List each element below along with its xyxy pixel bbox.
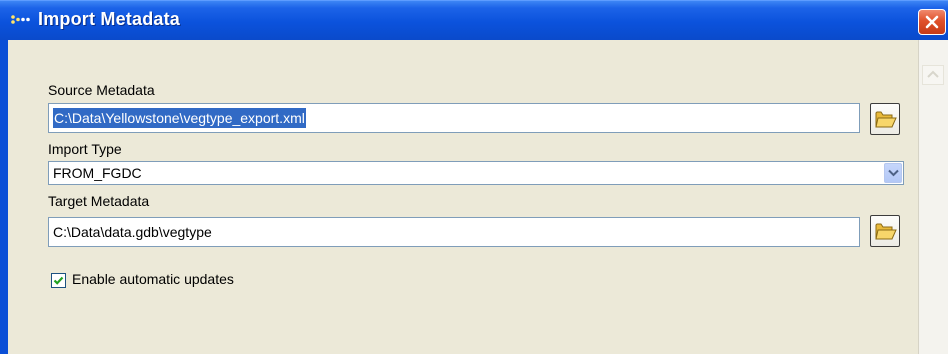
- source-metadata-label: Source Metadata: [48, 82, 155, 98]
- target-metadata-label: Target Metadata: [48, 193, 150, 209]
- dialog-body: Source Metadata C:\Data\Yellowstone\vegt…: [8, 40, 918, 354]
- target-metadata-value: C:\Data\data.gdb\vegtype: [53, 224, 212, 240]
- tool-icon: [10, 12, 32, 30]
- import-type-label: Import Type: [48, 141, 122, 157]
- import-metadata-dialog: Import Metadata Source Metadata C:\Data\…: [0, 0, 948, 354]
- close-icon: [925, 15, 939, 29]
- import-type-select[interactable]: FROM_FGDC: [48, 161, 904, 185]
- folder-open-icon: [875, 111, 897, 128]
- source-metadata-input[interactable]: C:\Data\Yellowstone\vegtype_export.xml: [48, 103, 860, 133]
- auto-update-label[interactable]: Enable automatic updates: [72, 271, 234, 287]
- chevron-down-icon: [888, 169, 899, 177]
- dropdown-button[interactable]: [884, 163, 902, 183]
- window-title: Import Metadata: [38, 9, 181, 29]
- source-metadata-value: C:\Data\Yellowstone\vegtype_export.xml: [53, 108, 306, 128]
- folder-open-icon: [875, 223, 897, 240]
- scroll-up-button[interactable]: [922, 65, 944, 85]
- import-type-value: FROM_FGDC: [53, 165, 142, 181]
- target-browse-button[interactable]: [870, 215, 900, 247]
- target-metadata-input[interactable]: C:\Data\data.gdb\vegtype: [48, 217, 860, 247]
- source-browse-button[interactable]: [870, 103, 900, 135]
- checkmark-icon: [53, 276, 64, 285]
- title-bar[interactable]: Import Metadata: [0, 0, 948, 40]
- auto-update-checkbox[interactable]: [51, 273, 66, 288]
- vertical-scrollbar[interactable]: [918, 40, 948, 354]
- close-button[interactable]: [918, 9, 946, 35]
- chevron-up-icon: [927, 70, 939, 78]
